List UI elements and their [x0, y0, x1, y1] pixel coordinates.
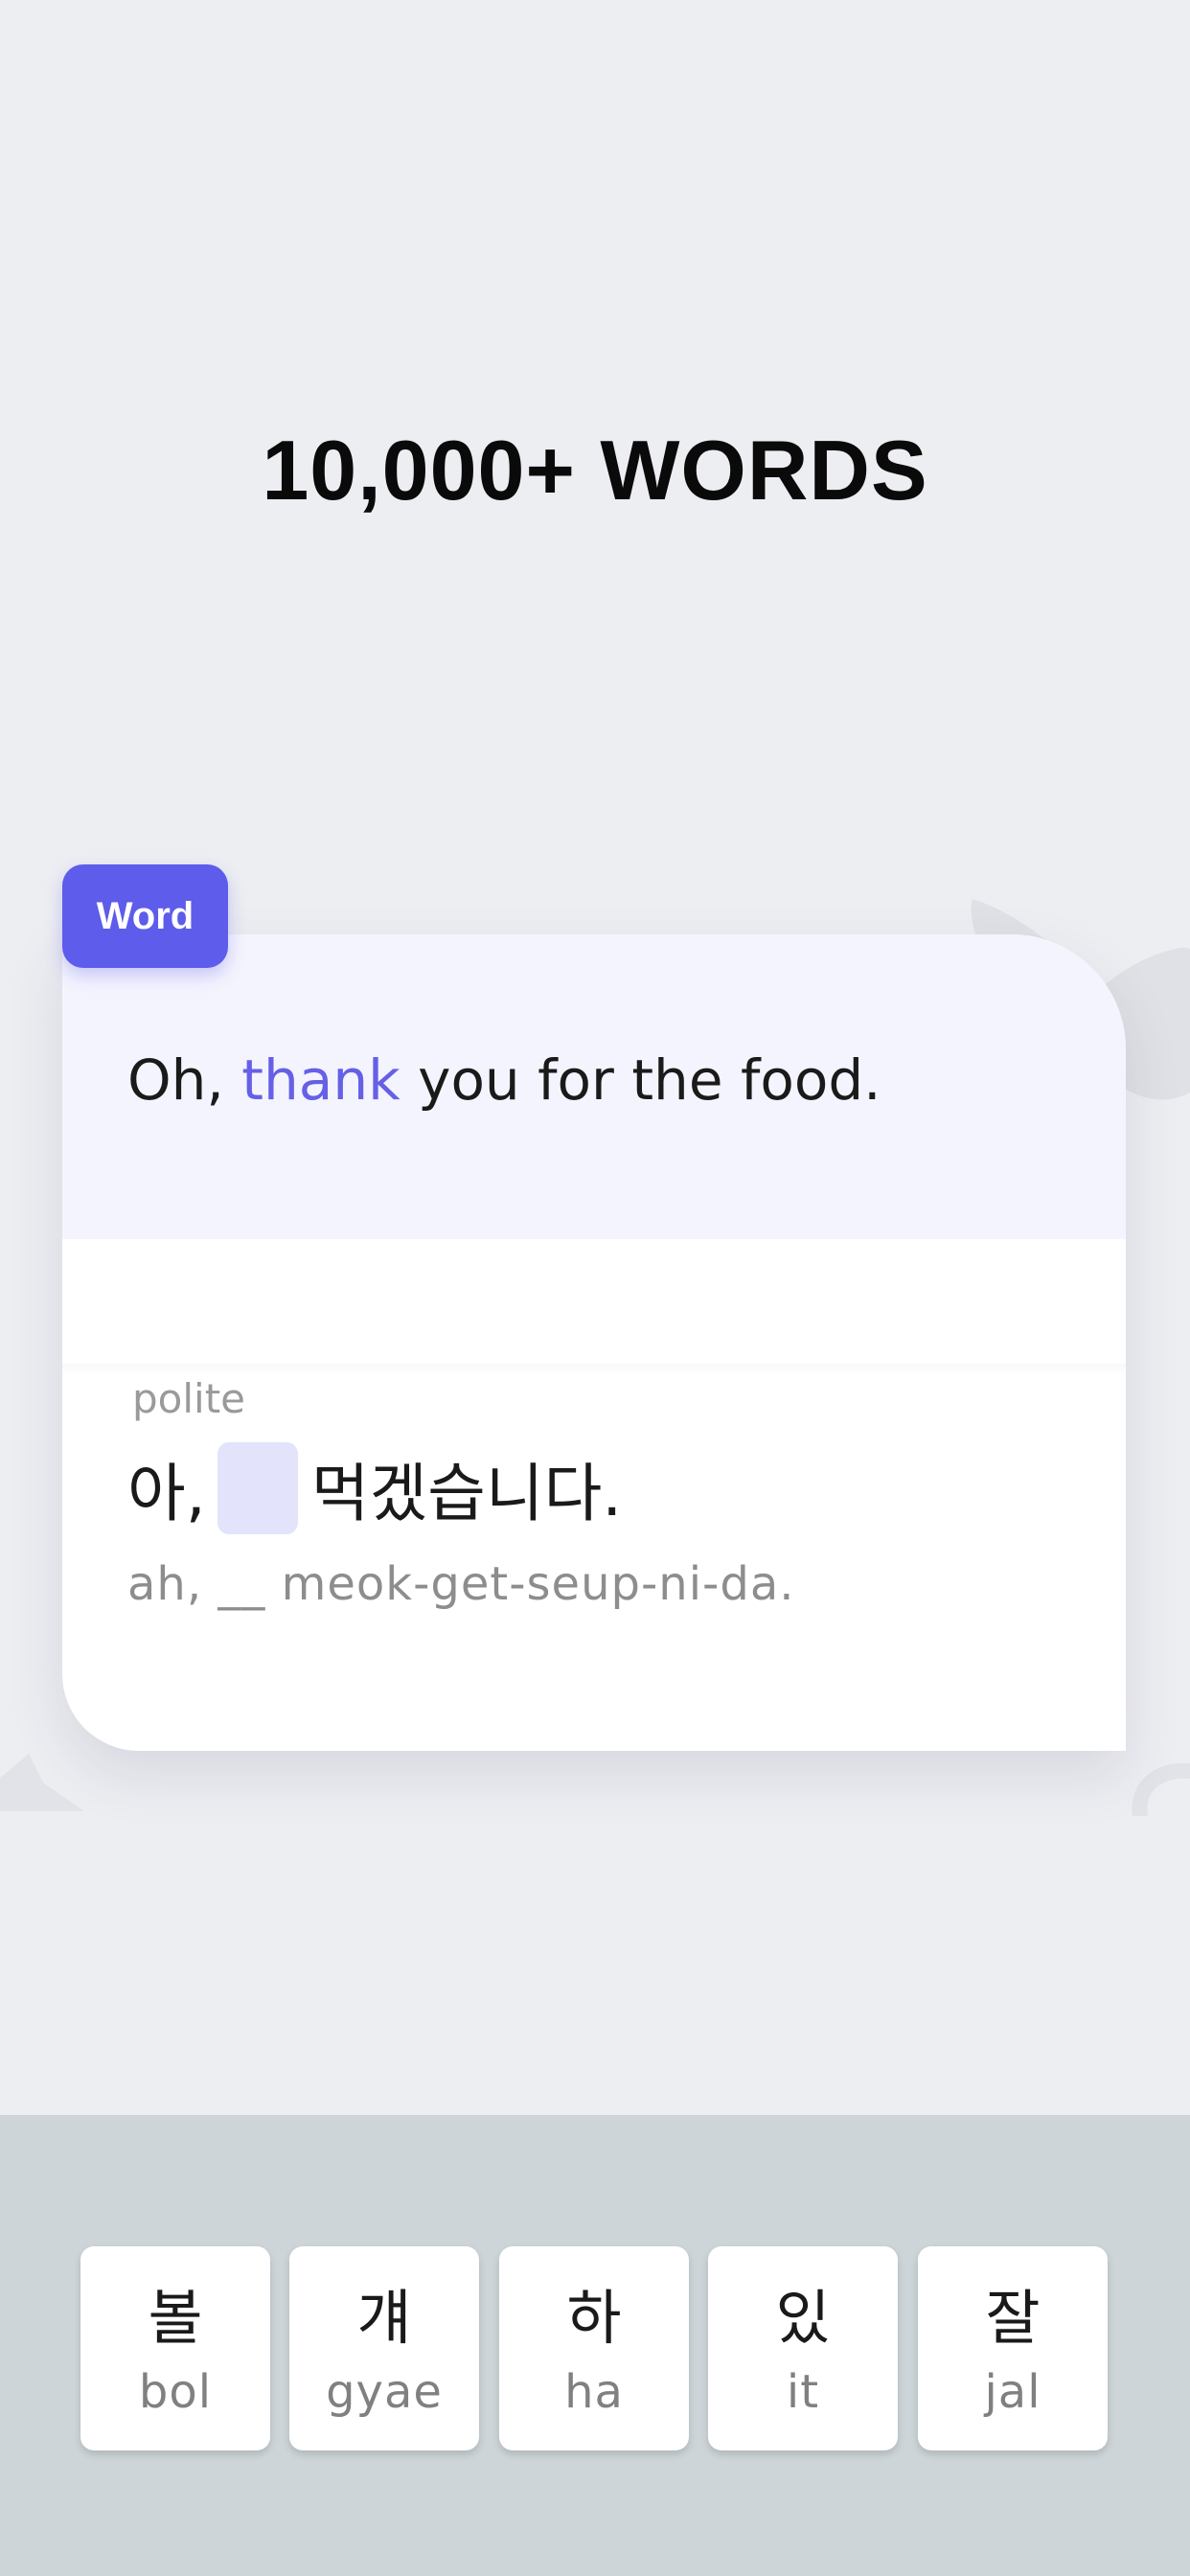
- answer-blank[interactable]: [217, 1442, 298, 1534]
- curl-decoration-icon: [1132, 1763, 1190, 1816]
- divider: [62, 1364, 1126, 1375]
- key-hangul: 있: [775, 2283, 831, 2353]
- headline: 10,000+ WORDS: [262, 423, 928, 518]
- english-sentence: Oh, thank you for the food.: [127, 1047, 881, 1113]
- answer-key[interactable]: 걔 gyae: [289, 2246, 479, 2450]
- korean-sentence: 아, 먹겠습니다.: [127, 1442, 622, 1534]
- answer-keyboard: 볼 bol 걔 gyae 하 ha 있 it 잘 jal: [0, 2115, 1190, 2576]
- star-decoration-icon: [0, 1754, 84, 1811]
- word-tag: Word: [62, 864, 228, 968]
- answer-key[interactable]: 있 it: [708, 2246, 898, 2450]
- romanization: ah, __ meok-get-seup-ni-da.: [127, 1557, 795, 1611]
- key-romanization: gyae: [326, 2365, 443, 2419]
- key-romanization: jal: [984, 2365, 1041, 2419]
- key-romanization: bol: [138, 2365, 213, 2419]
- english-after: you for the food.: [400, 1047, 881, 1113]
- register-label: polite: [132, 1375, 246, 1422]
- english-panel: Oh, thank you for the food.: [62, 934, 1126, 1239]
- answer-key[interactable]: 잘 jal: [918, 2246, 1108, 2450]
- key-hangul: 잘: [985, 2283, 1041, 2353]
- key-romanization: it: [786, 2365, 820, 2419]
- highlighted-word[interactable]: thank: [241, 1047, 400, 1113]
- key-hangul: 볼: [148, 2283, 203, 2353]
- korean-before: 아,: [127, 1457, 206, 1530]
- english-before: Oh,: [127, 1047, 242, 1113]
- sentence-card: Oh, thank you for the food. polite 아, 먹겠…: [62, 934, 1126, 1751]
- korean-after: 먹겠습니다.: [310, 1457, 623, 1530]
- key-hangul: 걔: [356, 2283, 412, 2353]
- key-romanization: ha: [564, 2365, 624, 2419]
- answer-key[interactable]: 하 ha: [499, 2246, 689, 2450]
- key-hangul: 하: [566, 2283, 622, 2353]
- answer-key[interactable]: 볼 bol: [80, 2246, 270, 2450]
